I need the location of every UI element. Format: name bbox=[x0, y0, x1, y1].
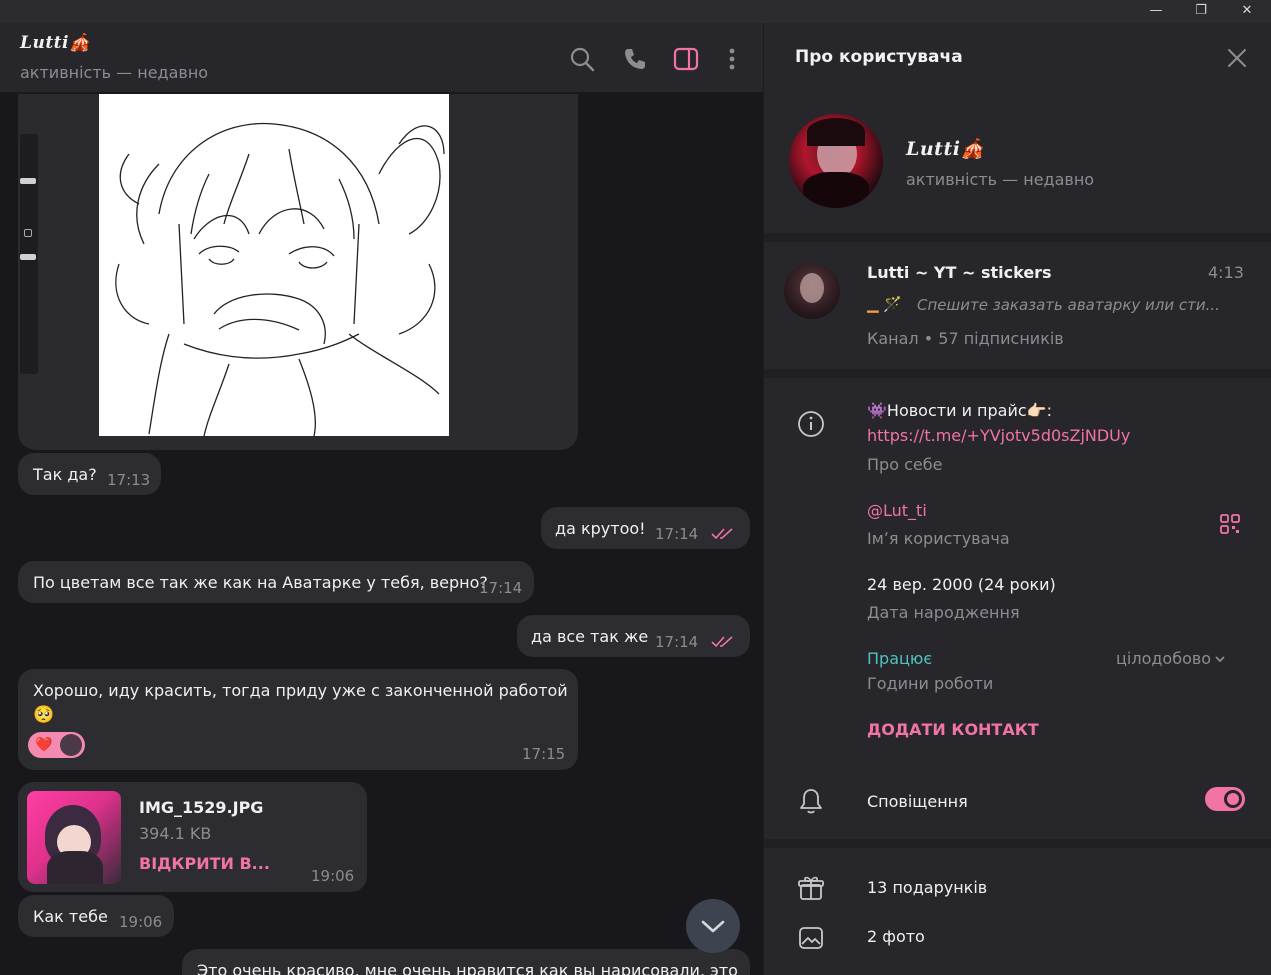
gift-icon bbox=[798, 876, 824, 900]
message-text: Хорошо, иду красить, тогда приду уже с з… bbox=[33, 681, 568, 700]
bio-text: 👾Новости и прайс👉🏻: bbox=[867, 401, 1052, 420]
file-message[interactable]: IMG_1529.JPG 394.1 KB ВІДКРИТИ В... 19:0… bbox=[18, 782, 367, 892]
channel-meta: Канал • 57 підписників bbox=[867, 329, 1064, 348]
notifications-label: Сповіщення bbox=[867, 792, 968, 811]
message-emoji: 🥺 bbox=[33, 705, 55, 725]
drawing-toolbar-image bbox=[20, 134, 38, 374]
message-time: 17:14 bbox=[655, 633, 699, 651]
message-text: По цветам все так же как на Аватарке у т… bbox=[33, 573, 488, 592]
outgoing-message[interactable]: Это очень красиво, мне очень нравится ка… bbox=[182, 949, 750, 975]
close-window-button[interactable]: ✕ bbox=[1224, 0, 1270, 23]
chat-title[interactable]: Lutti🎪 bbox=[20, 33, 91, 53]
message-time: 17:14 bbox=[655, 525, 699, 543]
image-message[interactable] bbox=[18, 94, 578, 450]
profile-name: Lutti🎪 bbox=[906, 138, 985, 160]
section-divider bbox=[764, 369, 1271, 378]
message-time: 19:06 bbox=[119, 913, 163, 931]
reaction-heart-icon: ❤️ bbox=[35, 737, 53, 753]
incoming-message[interactable]: По цветам все так же как на Аватарке у т… bbox=[18, 561, 534, 603]
message-text: да крутоо! bbox=[555, 519, 646, 538]
qr-code-icon[interactable] bbox=[1220, 514, 1240, 534]
maximize-button[interactable]: ❐ bbox=[1178, 0, 1224, 23]
reactor-avatar bbox=[60, 734, 82, 756]
reaction-badge[interactable]: ❤️ bbox=[28, 732, 85, 758]
outgoing-message[interactable]: да крутоо! 17:14 bbox=[541, 507, 750, 549]
user-info-panel: Про користувача Lutti🎪 активність — неда… bbox=[763, 23, 1271, 975]
chat-status: активність — недавно bbox=[20, 63, 209, 82]
section-divider bbox=[764, 839, 1271, 848]
message-text: Как тебе bbox=[33, 907, 108, 926]
hours-status: Працює bbox=[867, 649, 933, 668]
channel-name[interactable]: Lutti ~ YT ~ stickers bbox=[867, 263, 1052, 282]
channel-avatar[interactable] bbox=[784, 263, 840, 319]
sidebar-toggle-icon[interactable] bbox=[672, 45, 700, 73]
birthday-value: 24 вер. 2000 (24 роки) bbox=[867, 575, 1056, 594]
hours-schedule[interactable]: цілодобово bbox=[1116, 649, 1211, 668]
message-time: 17:13 bbox=[107, 471, 151, 489]
close-icon[interactable] bbox=[1226, 47, 1248, 69]
bio-link[interactable]: https://t.me/+YVjotv5d0sZjNDUy bbox=[867, 426, 1130, 445]
bio-label: Про себе bbox=[867, 455, 943, 474]
file-thumbnail[interactable] bbox=[27, 791, 121, 884]
message-text: да все так же bbox=[531, 627, 649, 646]
chat-messages-area[interactable]: Так да? 17:13 да крутоо! 17:14 По цветам… bbox=[0, 94, 763, 975]
message-time: 19:06 bbox=[311, 867, 355, 885]
channel-preview: Спешите заказать аватарку или сти... bbox=[917, 296, 1220, 314]
chat-header[interactable]: Lutti🎪 активність — недавно bbox=[0, 23, 763, 93]
open-with-button[interactable]: ВІДКРИТИ В... bbox=[139, 852, 270, 875]
chevron-down-icon bbox=[701, 920, 725, 933]
bell-icon bbox=[800, 789, 822, 814]
phone-icon[interactable] bbox=[621, 45, 649, 73]
minimize-button[interactable]: — bbox=[1133, 0, 1179, 23]
photo-icon bbox=[799, 927, 823, 949]
more-menu-icon[interactable] bbox=[718, 45, 746, 73]
channel-preview-prefix: ▁ 🪄 bbox=[867, 295, 902, 313]
hours-label: Години роботи bbox=[867, 674, 994, 693]
file-size: 394.1 KB bbox=[139, 824, 212, 843]
search-icon[interactable] bbox=[568, 45, 596, 73]
file-name: IMG_1529.JPG bbox=[139, 798, 264, 817]
read-checkmarks-icon bbox=[711, 636, 733, 648]
add-contact-button[interactable]: ДОДАТИ КОНТАКТ bbox=[867, 720, 1039, 739]
chevron-down-icon[interactable] bbox=[1214, 653, 1226, 665]
message-text: Так да? bbox=[33, 465, 97, 484]
photos-count[interactable]: 2 фото bbox=[867, 927, 925, 946]
username-label: Імʼя користувача bbox=[867, 529, 1010, 548]
sketch-drawing bbox=[115, 122, 445, 437]
panel-title: Про користувача bbox=[795, 47, 963, 67]
incoming-message[interactable]: Так да? 17:13 bbox=[18, 453, 161, 495]
incoming-message[interactable]: Хорошо, иду красить, тогда приду уже с з… bbox=[18, 669, 578, 770]
profile-status: активність — недавно bbox=[906, 170, 1095, 189]
notifications-toggle[interactable] bbox=[1205, 787, 1245, 811]
message-time: 17:14 bbox=[479, 579, 523, 597]
message-time: 17:15 bbox=[522, 745, 566, 763]
section-divider bbox=[764, 233, 1271, 242]
read-checkmarks-icon bbox=[711, 528, 733, 540]
outgoing-message[interactable]: да все так же 17:14 bbox=[517, 615, 750, 657]
scroll-to-bottom-button[interactable] bbox=[686, 899, 740, 953]
profile-avatar[interactable] bbox=[789, 114, 883, 208]
line-art-sketch-image[interactable] bbox=[99, 94, 449, 437]
username-value[interactable]: @Lut_ti bbox=[867, 501, 927, 520]
window-titlebar: — ❐ ✕ bbox=[0, 0, 1271, 23]
channel-time: 4:13 bbox=[1208, 263, 1244, 282]
birthday-label: Дата народження bbox=[867, 603, 1020, 622]
info-icon bbox=[798, 411, 824, 437]
gifts-count[interactable]: 13 подарунків bbox=[867, 878, 987, 897]
message-text: Это очень красиво, мне очень нравится ка… bbox=[197, 961, 738, 975]
incoming-message[interactable]: Как тебе 19:06 bbox=[18, 895, 174, 937]
